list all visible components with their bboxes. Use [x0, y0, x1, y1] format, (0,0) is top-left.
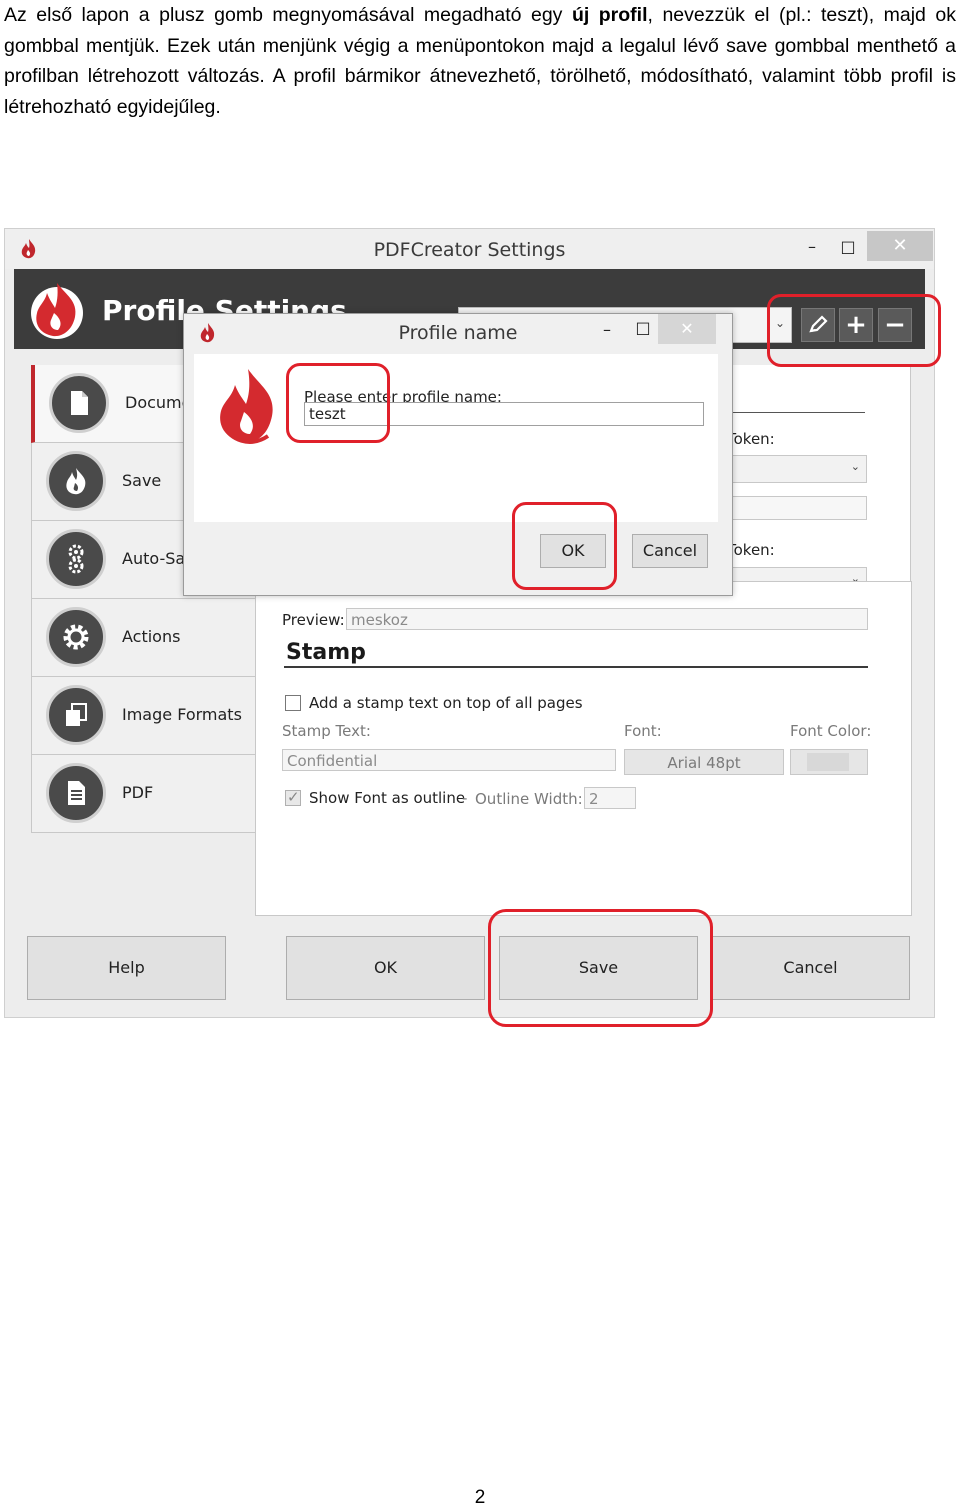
window-titlebar: PDFCreator Settings – □ ✕ — [5, 229, 934, 269]
pdfcreator-logo-icon — [31, 283, 83, 339]
pdf-icon — [46, 763, 106, 823]
intro-text-1: Az első lapon a plusz gomb megnyomásával… — [4, 4, 572, 26]
highlight-profile-buttons — [767, 294, 941, 367]
sidebar-item-label: Save — [122, 471, 162, 490]
maximize-button[interactable]: □ — [833, 237, 863, 259]
profile-name-dialog: Profile name – □ ✕ Please enter profile … — [183, 313, 733, 596]
sidebar-item-actions[interactable]: Actions — [31, 599, 256, 677]
stamp-text-label: Stamp Text: — [282, 722, 371, 740]
font-label: Font: — [624, 722, 662, 740]
sidebar-item-label: Image Formats — [122, 705, 242, 724]
dialog-close-button[interactable]: ✕ — [658, 314, 716, 344]
preview-label: Preview: — [282, 611, 345, 629]
dialog-cancel-button[interactable]: Cancel — [632, 534, 708, 568]
font-button[interactable]: Arial 48pt — [624, 749, 784, 775]
page-number: 2 — [474, 1487, 486, 1508]
font-color-label: Font Color: — [790, 722, 872, 740]
gear-icon — [46, 607, 106, 667]
flame-icon — [46, 451, 106, 511]
sidebar-item-image-formats[interactable]: Image Formats — [31, 677, 256, 755]
token-label: Token: — [727, 430, 775, 448]
help-button[interactable]: Help — [27, 936, 226, 1000]
token-label-2: Token: — [727, 541, 775, 559]
highlight-dialog-ok — [512, 502, 617, 590]
section-divider — [725, 412, 865, 413]
window-title: PDFCreator Settings — [373, 239, 566, 261]
images-icon — [46, 685, 106, 745]
document-icon — [49, 373, 109, 433]
stamp-section-title: Stamp — [286, 640, 366, 665]
intro-bold: új profil — [571, 4, 648, 26]
dialog-body: Please enter profile name: — [194, 354, 718, 522]
preview-field: meskoz — [346, 608, 868, 630]
chevron-down-icon: ⌄ — [850, 460, 860, 473]
pdfcreator-settings-window: PDFCreator Settings – □ ✕ Profile Settin… — [4, 228, 941, 1027]
ok-button[interactable]: OK — [286, 936, 485, 1000]
sidebar-item-label: Actions — [122, 627, 181, 646]
dialog-minimize-button[interactable]: – — [592, 320, 622, 342]
outline-width-input[interactable]: 2 — [584, 787, 636, 809]
outline-label: Show Font as outline — [309, 789, 466, 807]
outline-separator: - — [462, 789, 468, 807]
minimize-button[interactable]: – — [797, 237, 827, 259]
font-color-swatch — [807, 753, 849, 771]
highlight-profile-name-input — [286, 363, 390, 443]
token-select[interactable]: ⌄ — [725, 455, 867, 483]
sidebar-item-pdf[interactable]: PDF — [31, 755, 256, 833]
stamp-text-input[interactable]: Confidential — [282, 749, 616, 771]
stamp-divider — [284, 666, 868, 668]
token-field[interactable] — [725, 496, 867, 520]
add-stamp-checkbox[interactable] — [285, 695, 301, 711]
add-stamp-label: Add a stamp text on top of all pages — [309, 694, 583, 712]
highlight-save-button — [488, 909, 713, 1027]
dialog-maximize-button[interactable]: □ — [628, 318, 658, 340]
settings-panel: Preview: meskoz Stamp Add a stamp text o… — [255, 581, 912, 916]
cancel-button[interactable]: Cancel — [711, 936, 910, 1000]
close-button[interactable]: ✕ — [867, 231, 933, 261]
dialog-logo-icon — [220, 369, 273, 444]
settings-panel-top: Token: ⌄ Token: — [725, 365, 911, 583]
outline-checkbox[interactable] — [285, 788, 301, 806]
font-color-button[interactable] — [790, 749, 868, 775]
gears-icon — [46, 529, 106, 589]
sidebar-item-label: PDF — [122, 783, 154, 802]
document-paragraph: Az első lapon a plusz gomb megnyomásával… — [4, 0, 956, 122]
outline-width-label: Outline Width: — [475, 790, 583, 808]
